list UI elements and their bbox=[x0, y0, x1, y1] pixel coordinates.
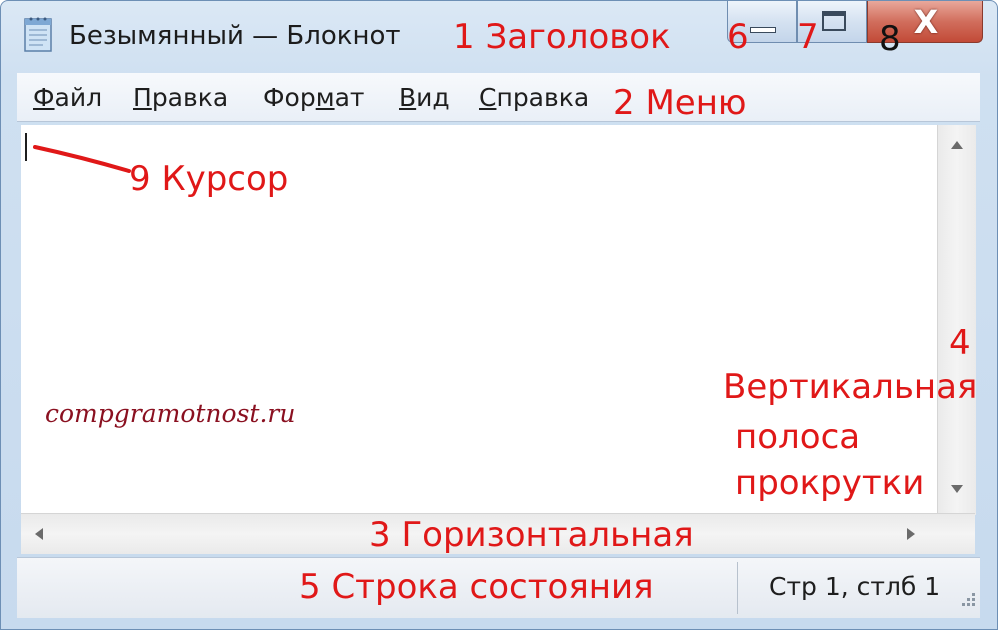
status-separator bbox=[737, 562, 738, 614]
menu-format[interactable]: Формат bbox=[263, 83, 364, 112]
menu-file[interactable]: Файл bbox=[33, 83, 102, 112]
arrow-down-icon[interactable] bbox=[949, 483, 965, 495]
menu-help-text-rest: правка bbox=[496, 83, 590, 112]
arrow-up-icon[interactable] bbox=[949, 139, 965, 151]
menu-format-accel: м bbox=[315, 83, 335, 112]
menu-view-accel: В bbox=[399, 83, 417, 112]
menu-bar: Файл Правка Формат Вид Справка bbox=[17, 73, 980, 122]
annotation-vscroll-line1: Вертикальная bbox=[723, 367, 978, 407]
annotation-maximize: 7 bbox=[797, 17, 819, 57]
menu-edit-text-rest: равка bbox=[151, 83, 229, 112]
text-caret bbox=[25, 133, 27, 161]
vertical-scrollbar[interactable] bbox=[937, 125, 976, 515]
notepad-window: Безымянный — Блокнот X Файл Правка Форма… bbox=[0, 0, 998, 630]
menu-file-accel: Ф bbox=[33, 83, 55, 112]
arrow-left-icon[interactable] bbox=[33, 526, 45, 542]
annotation-vscroll-line2: полоса bbox=[735, 417, 861, 457]
annotation-cursor: 9 Курсор bbox=[129, 159, 289, 199]
notepad-icon[interactable] bbox=[21, 15, 55, 53]
annotation-menu: 2 Меню bbox=[613, 83, 747, 123]
window-title: Безымянный — Блокнот bbox=[69, 21, 401, 51]
annotation-vscroll-number: 4 bbox=[949, 323, 971, 363]
annotation-close: 8 bbox=[879, 19, 901, 59]
menu-format-text: Фор bbox=[263, 83, 316, 112]
annotation-minimize: 6 bbox=[727, 17, 749, 57]
cursor-position: Стр 1, стлб 1 bbox=[769, 572, 941, 601]
resize-grip-icon[interactable] bbox=[957, 588, 977, 608]
arrow-right-icon[interactable] bbox=[905, 526, 917, 542]
minimize-icon bbox=[750, 27, 776, 33]
menu-view[interactable]: Вид bbox=[399, 83, 450, 112]
annotation-status: 5 Строка состояния bbox=[299, 567, 654, 607]
annotation-title: 1 Заголовок bbox=[453, 17, 671, 57]
menu-format-text-rest: ат bbox=[334, 83, 365, 112]
caption-buttons: X bbox=[727, 1, 983, 47]
watermark-text: compgramotnost.ru bbox=[45, 399, 296, 428]
maximize-icon bbox=[822, 11, 846, 31]
menu-help-accel: С bbox=[479, 83, 497, 112]
menu-view-text-rest: ид bbox=[416, 83, 450, 112]
annotation-vscroll-line3: прокрутки bbox=[735, 463, 925, 503]
menu-file-text-rest: айл bbox=[54, 83, 103, 112]
annotation-hscroll: 3 Горизонтальная bbox=[369, 515, 694, 555]
menu-help[interactable]: Справка bbox=[479, 83, 589, 112]
menu-edit-accel: П bbox=[133, 83, 152, 112]
menu-edit[interactable]: Правка bbox=[133, 83, 228, 112]
